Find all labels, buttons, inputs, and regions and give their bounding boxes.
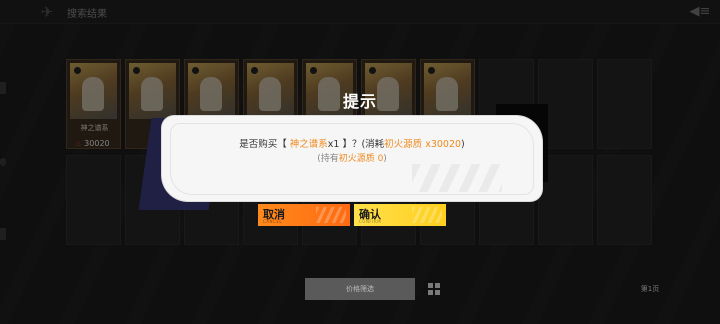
cancel-sublabel: CANCEL	[263, 219, 283, 224]
cost-highlight: 初火源质 x30020	[384, 139, 462, 150]
grid-view-icon[interactable]	[428, 283, 440, 295]
balance-highlight: 初火源质 0	[338, 154, 384, 164]
purchase-confirm-text: 是否购买【 神之谱系x1 】？(消耗初火源质 x30020)	[239, 139, 465, 150]
dialog-title: 提示	[342, 92, 377, 111]
price-filter-button[interactable]: 价格筛选	[305, 278, 415, 300]
page-indicator: 第1页	[640, 285, 660, 293]
button-stripe	[412, 207, 442, 223]
dialog-decoration	[412, 164, 502, 192]
confirm-button[interactable]: 确认 CONFIRM	[354, 204, 446, 226]
confirm-sublabel: CONFIRM	[359, 219, 382, 224]
button-stripe	[316, 207, 346, 223]
balance-text: (持有初火源质 0)	[317, 154, 387, 164]
cancel-button[interactable]: 取消 CANCEL	[258, 204, 350, 226]
purchase-dialog: 是否购买【 神之谱系x1 】？(消耗初火源质 x30020) (持有初火源质 0…	[162, 116, 542, 201]
item-name-highlight: 神之谱系	[289, 139, 328, 150]
